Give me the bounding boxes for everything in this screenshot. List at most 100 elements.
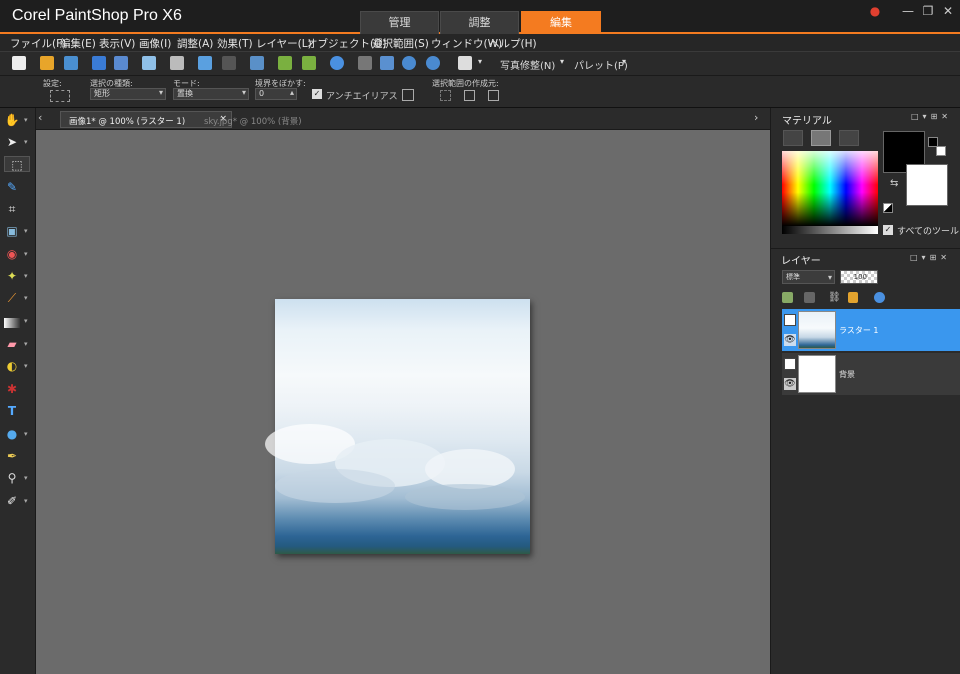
print-icon[interactable]	[170, 56, 184, 70]
copy-icon[interactable]	[458, 56, 472, 70]
chevron-down-icon[interactable]: ▾	[24, 227, 28, 235]
chevron-down-icon[interactable]: ▾	[24, 272, 28, 280]
chevron-down-icon[interactable]: ▾	[24, 138, 28, 146]
chevron-down-icon[interactable]: ▾	[24, 340, 28, 348]
chevron-down-icon[interactable]: ▾	[24, 317, 28, 325]
chevron-down-icon[interactable]: ▾	[24, 362, 28, 370]
rotate-left-icon[interactable]	[278, 56, 292, 70]
close-icon[interactable]: ✕	[939, 4, 957, 20]
shape-tool-icon[interactable]: ●	[4, 426, 20, 442]
chevron-down-icon[interactable]: ▾	[24, 294, 28, 302]
reset-colors-icon[interactable]	[883, 203, 893, 213]
warp-tool-icon[interactable]: ⚲	[4, 470, 20, 486]
red-eye-tool-icon[interactable]: ◉	[4, 246, 20, 262]
fill-tool-icon[interactable]: ◐	[4, 358, 20, 374]
pan-tool-icon[interactable]: ✋	[4, 112, 20, 128]
menu-file[interactable]: ファイル(F)	[10, 36, 66, 51]
restore-icon[interactable]: ❐	[919, 4, 937, 20]
eraser-tool-icon[interactable]: ▰	[4, 336, 20, 352]
chevron-down-icon[interactable]: ▾	[24, 430, 28, 438]
open-icon[interactable]	[40, 56, 54, 70]
dropdown-arrow-icon[interactable]: ▾	[478, 57, 482, 66]
mode-select[interactable]: 置換 ▾	[173, 88, 249, 100]
paint-brush-tool-icon[interactable]: ⟋	[4, 290, 20, 306]
text-tool-icon[interactable]: T	[4, 403, 20, 419]
tab-scroll-right-icon[interactable]: ›	[754, 111, 758, 124]
save-as-icon[interactable]	[114, 56, 128, 70]
new-icon[interactable]	[12, 56, 26, 70]
blend-mode-select[interactable]: 標準 ▾	[782, 270, 835, 284]
scan-icon[interactable]	[64, 56, 78, 70]
effects-icon[interactable]	[874, 292, 885, 303]
select-all-icon[interactable]	[488, 90, 499, 101]
palette-arrow-icon[interactable]: ▾	[622, 57, 626, 66]
opacity-field[interactable]: 100	[840, 270, 878, 284]
swap-colors-icon[interactable]: ⇆	[890, 178, 898, 189]
pen-tool-icon[interactable]: ✒	[4, 448, 20, 464]
all-tools-checkbox[interactable]: ✓	[883, 225, 893, 235]
fit-window-icon[interactable]	[380, 56, 394, 70]
canvas-area[interactable]	[36, 130, 770, 674]
info-icon[interactable]	[330, 56, 344, 70]
chevron-down-icon[interactable]: ▾	[24, 474, 28, 482]
lock-icon[interactable]	[848, 292, 858, 303]
swatch-frame-icon[interactable]	[783, 130, 803, 146]
share-icon[interactable]	[142, 56, 156, 70]
dropper-tool-icon[interactable]: ✎	[4, 179, 20, 195]
background-color-swatch[interactable]	[906, 164, 948, 206]
tab-scroll-left-icon[interactable]: ‹	[38, 111, 42, 124]
chevron-down-icon[interactable]: ▾	[24, 250, 28, 258]
tab-manage[interactable]: 管理	[360, 11, 439, 34]
straighten-tool-icon[interactable]: ▣	[4, 223, 20, 239]
redo-icon[interactable]	[222, 56, 236, 70]
rotate-right-icon[interactable]	[302, 56, 316, 70]
crop-tool-icon[interactable]: ⌗	[4, 201, 20, 217]
retouch-tool-icon[interactable]: ✐	[4, 493, 20, 509]
zoom-in-icon[interactable]	[426, 56, 440, 70]
tab-edit[interactable]: 編集	[521, 11, 601, 34]
menu-adjust[interactable]: 調整(A)	[177, 36, 213, 51]
bg-mini-swatch[interactable]	[936, 146, 946, 156]
histogram-icon[interactable]	[358, 56, 372, 70]
menu-help[interactable]: ヘルプ(H)	[489, 36, 537, 51]
minimize-icon[interactable]: —	[899, 4, 917, 20]
layer-row-raster1[interactable]: 👁 ラスター 1	[782, 309, 960, 351]
layers-panel-controls[interactable]: □▾⊞✕	[910, 253, 951, 262]
photo-fix-arrow-icon[interactable]: ▾	[560, 57, 564, 66]
panel-controls[interactable]: □▾⊞✕	[911, 112, 952, 121]
makeover-tool-icon[interactable]: ✦	[4, 268, 20, 284]
chevron-down-icon[interactable]: ▾	[24, 497, 28, 505]
link-icon[interactable]: ⛓	[828, 292, 841, 303]
photo-fix-menu[interactable]: 写真修整(N)	[500, 57, 555, 72]
selection-type-select[interactable]: 矩形 ▾	[90, 88, 166, 100]
custom-selection-icon[interactable]	[402, 89, 414, 101]
menu-image[interactable]: 画像(I)	[139, 36, 171, 51]
menu-view[interactable]: 表示(V)	[99, 36, 135, 51]
pick-tool-icon[interactable]: ➤	[4, 134, 20, 150]
doc-tab-inactive[interactable]: sky.jpg* @ 100% (背景)	[204, 115, 302, 127]
rainbow-tab-icon[interactable]	[811, 130, 831, 146]
menu-layers[interactable]: レイヤー(L)	[256, 36, 312, 51]
tab-adjust[interactable]: 調整	[440, 11, 519, 34]
resize-icon[interactable]	[250, 56, 264, 70]
image-canvas[interactable]	[265, 299, 530, 554]
gradient-tool-icon[interactable]	[4, 318, 20, 328]
select-layer-opaque-icon[interactable]	[440, 90, 451, 101]
layer-row-background[interactable]: 👁 背景	[782, 353, 960, 395]
user-icon[interactable]: ●	[866, 4, 884, 20]
undo-icon[interactable]	[198, 56, 212, 70]
chevron-down-icon[interactable]: ▾	[24, 116, 28, 124]
select-layer-icon[interactable]	[464, 90, 475, 101]
eye-icon[interactable]: 👁	[784, 334, 796, 346]
preset-dropdown[interactable]	[50, 90, 70, 102]
swatches-tab-icon[interactable]	[839, 130, 859, 146]
menu-effects[interactable]: 効果(T)	[217, 36, 253, 51]
antialias-checkbox[interactable]: ✓	[312, 89, 322, 99]
mask-icon[interactable]	[804, 292, 815, 303]
save-icon[interactable]	[92, 56, 106, 70]
menu-edit[interactable]: 編集(E)	[60, 36, 96, 51]
spinner-icon[interactable]: ▴	[290, 88, 294, 98]
selection-tool-icon[interactable]: ⬚	[4, 156, 30, 172]
color-spectrum[interactable]	[782, 151, 878, 226]
new-layer-icon[interactable]	[782, 292, 793, 303]
